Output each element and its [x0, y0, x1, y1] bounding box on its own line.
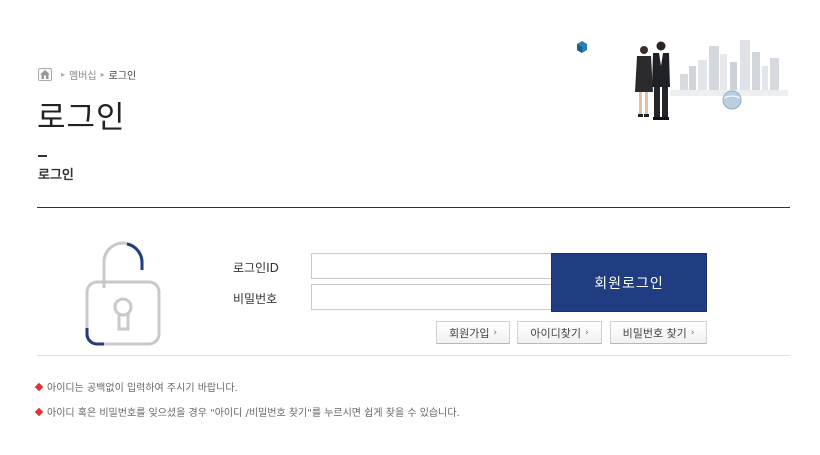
section-title: 로그인: [38, 168, 74, 183]
password-label: 비밀번호: [233, 292, 278, 306]
section-divider: [37, 207, 790, 208]
hero-illustration: [577, 40, 788, 120]
page-title: 로그인: [37, 100, 126, 136]
lock-icon: [85, 241, 161, 346]
breadcrumb-item-membership[interactable]: 멤버십: [69, 67, 97, 82]
chevron-right-icon: ›: [585, 327, 589, 338]
chevron-right-icon: ›: [690, 327, 695, 338]
password-input[interactable]: [311, 284, 553, 310]
diamond-bullet-icon: [34, 407, 44, 416]
diamond-bullet-icon: [34, 382, 44, 391]
form-divider: [37, 355, 790, 356]
breadcrumb-separator-icon: ▸: [100, 70, 105, 79]
find-password-button[interactable]: 비밀번호 찾기 ›: [610, 321, 707, 344]
home-icon[interactable]: [38, 68, 52, 81]
find-id-label: 아이디찾기: [530, 326, 581, 340]
notice-text: 아이디 혹은 비밀번호를 잊으셨을 경우 "아이디 /비밀번호 찾기"를 누르시…: [47, 408, 460, 419]
login-id-label: 로그인ID: [233, 261, 279, 275]
breadcrumb-item-login: 로그인: [108, 71, 137, 82]
notice-text: 아이디는 공백없이 입력하여 주시기 바랍니다.: [47, 383, 238, 394]
breadcrumb: ▸ 멤버십 ▸ 로그인: [38, 67, 136, 82]
signup-button[interactable]: 회원가입 ›: [436, 321, 510, 344]
notice-item: 아이디 혹은 비밀번호를 잊으셨을 경우 "아이디 /비밀번호 찾기"를 누르시…: [34, 404, 460, 419]
breadcrumb-separator-icon: ▸: [61, 70, 66, 79]
notice-item: 아이디는 공백없이 입력하여 주시기 바랍니다.: [34, 379, 238, 394]
member-login-button[interactable]: 회원로그인: [551, 253, 707, 312]
find-password-label: 비밀번호 찾기: [622, 326, 687, 340]
signup-label: 회원가입: [448, 326, 490, 340]
find-id-button[interactable]: 아이디찾기 ›: [517, 321, 602, 344]
login-id-input[interactable]: [311, 253, 553, 279]
subtitle-marker: [38, 155, 47, 157]
chevron-right-icon: ›: [493, 327, 498, 338]
